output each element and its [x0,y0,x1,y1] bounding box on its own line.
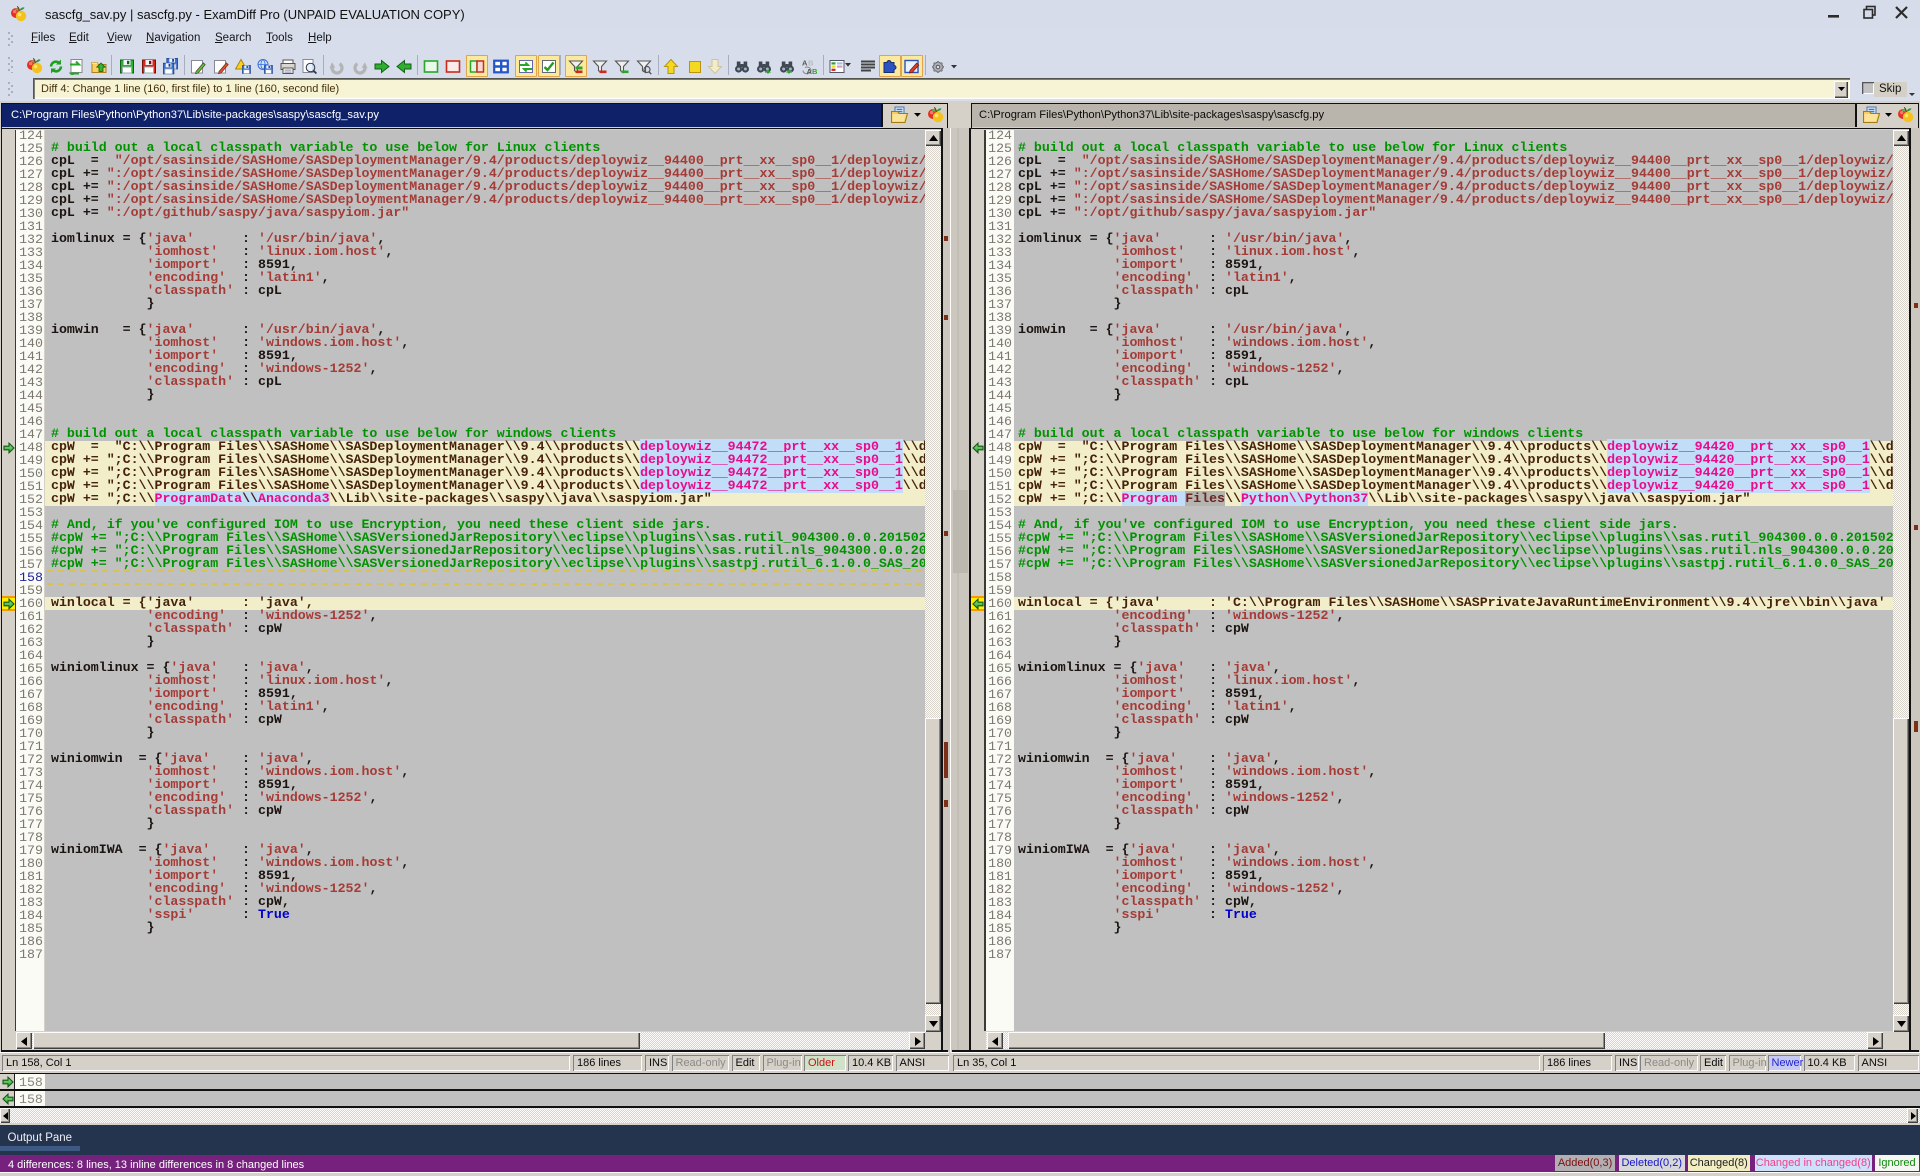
svg-text:B: B [812,67,817,75]
